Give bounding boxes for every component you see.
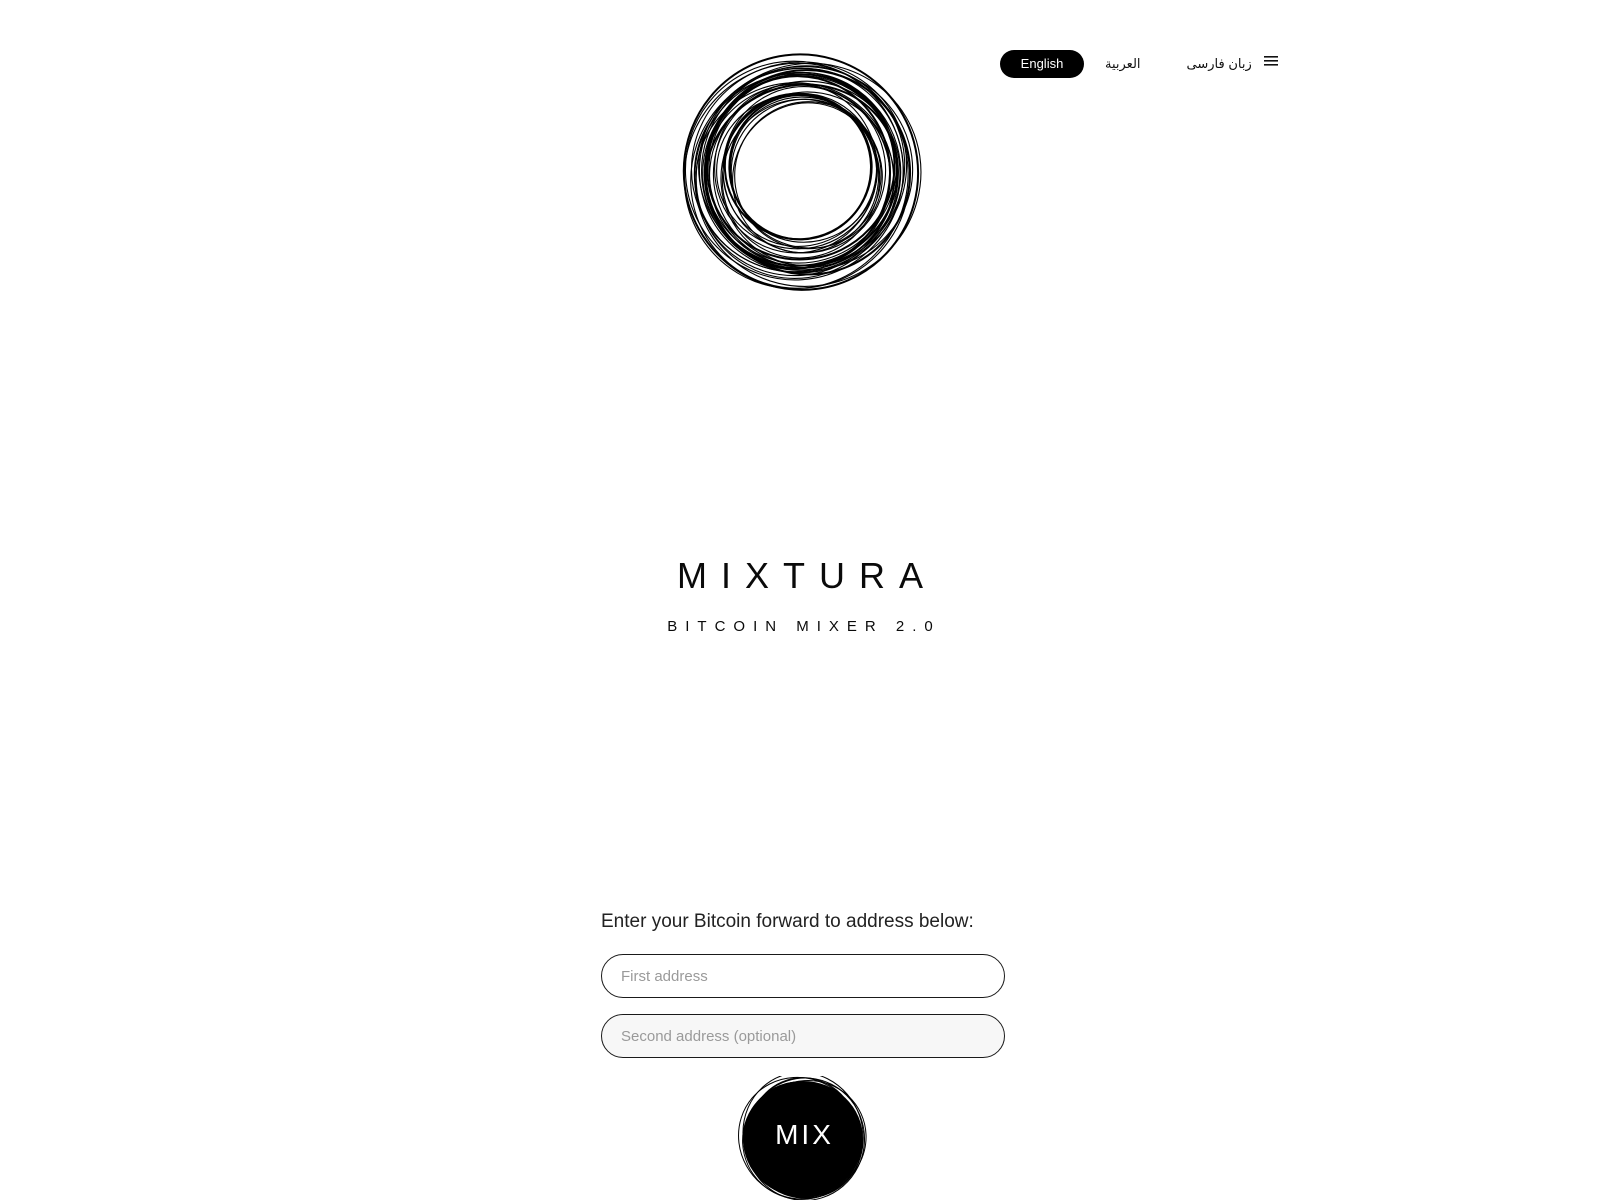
hamburger-menu-icon[interactable]: [1260, 50, 1282, 72]
scribble-circle-logo: [682, 53, 922, 291]
mix-button[interactable]: MIX: [737, 1076, 869, 1200]
page: English العربية زبان فارسی MIXTURA BITCO…: [0, 0, 1600, 1200]
language-arabic[interactable]: العربية: [1085, 50, 1161, 78]
language-switcher: English العربية زبان فارسی: [1000, 49, 1272, 79]
language-english[interactable]: English: [1000, 50, 1084, 78]
first-address-input[interactable]: [601, 954, 1005, 998]
language-farsi[interactable]: زبان فارسی: [1167, 50, 1272, 78]
brand-title: MIXTURA: [677, 555, 937, 596]
address-form-label: Enter your Bitcoin forward to address be…: [601, 911, 974, 932]
second-address-input[interactable]: [601, 1014, 1005, 1058]
brand-subtitle: BITCOIN MIXER 2.0: [667, 618, 941, 635]
logo-scribble-stroke: [703, 83, 891, 269]
mix-button-label: MIX: [775, 1119, 834, 1150]
